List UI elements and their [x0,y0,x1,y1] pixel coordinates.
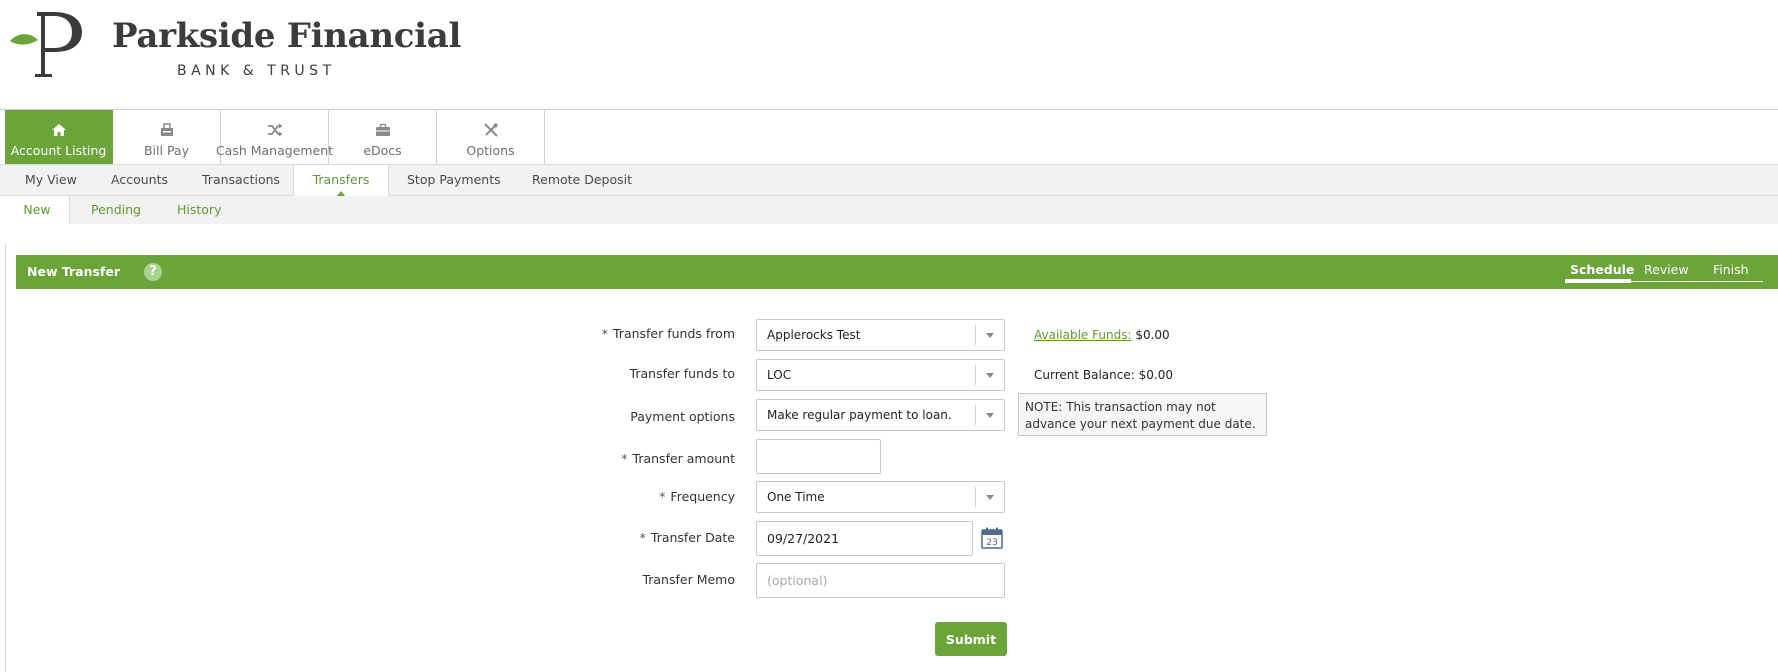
brand-logo-mark [10,12,82,77]
select-divider [975,405,976,425]
tab-history[interactable]: History [177,196,221,224]
brand-name: Parkside Financial [112,16,462,56]
date-label: * Transfer Date [640,530,735,545]
required-marker: * [601,326,608,341]
top-nav: Account Listing Bill Pay Cash Management… [5,110,545,164]
payment-options-label-text: Payment options [630,409,735,424]
home-icon [51,124,66,136]
topnav-label: Options [466,143,515,158]
to-account-select[interactable]: LOC [756,359,1005,391]
topnav-label: Bill Pay [143,143,189,158]
tools-icon [483,123,498,137]
payment-options-value: Make regular payment to loan. [767,408,952,422]
calendar-icon[interactable]: 23 [981,527,1003,549]
to-label-text: Transfer funds to [629,366,735,381]
from-label-text: Transfer funds from [613,326,735,341]
chevron-down-icon [986,413,994,418]
sub-nav: My View Accounts Transactions Transfers … [0,164,1778,197]
submit-button[interactable]: Submit [935,622,1007,656]
frequency-label-text: Frequency [670,489,735,504]
required-marker: * [659,489,666,504]
payment-options-label: Payment options [630,409,735,424]
subnav-transactions[interactable]: Transactions [202,165,280,195]
subnav-accounts[interactable]: Accounts [111,165,168,195]
chevron-down-icon [986,333,994,338]
brand-subtitle: BANK & TRUST [177,63,336,79]
subnav-stop-payments[interactable]: Stop Payments [407,165,501,195]
frequency-select[interactable]: One Time [756,481,1005,513]
current-balance: Current Balance: $0.00 [1034,368,1173,382]
subnav-my-view[interactable]: My View [25,165,77,195]
chevron-down-icon [986,373,994,378]
calendar-day-label: 23 [986,538,997,548]
frequency-value: One Time [767,490,825,504]
from-label: * Transfer funds from [602,326,735,341]
select-divider [975,487,976,507]
tab-new[interactable]: New [0,196,70,224]
transfer-memo-input[interactable] [756,563,1005,598]
content-left-border [5,244,6,672]
topnav-options[interactable]: Options [437,110,545,164]
payment-note: NOTE: This transaction may not advance y… [1018,393,1267,436]
available-funds-value: $0.00 [1135,328,1170,342]
topnav-label: Account Listing [10,143,107,158]
to-label: Transfer funds to [630,366,735,381]
panel-title: New Transfer [27,264,121,279]
subnav-transfers[interactable]: Transfers [293,165,389,197]
topnav-label: Cash Management [215,143,334,158]
steps-progress-indicator [1565,279,1631,283]
memo-label-text: Transfer Memo [642,572,735,587]
bill-pay-icon [160,123,173,136]
help-icon[interactable]: ? [144,263,162,281]
available-funds: Available Funds: $0.00 [1034,328,1170,342]
chevron-down-icon [986,495,994,500]
panel-header [16,255,1778,289]
to-account-value: LOC [767,368,792,382]
memo-label: Transfer Memo [642,572,735,587]
from-account-select[interactable]: Applerocks Test [756,319,1005,351]
date-label-text: Transfer Date [650,530,735,545]
frequency-label: * Frequency [659,489,735,504]
required-marker: * [621,451,628,466]
topnav-edocs[interactable]: eDocs [329,110,437,164]
transfer-tabs: New Pending History [0,196,1778,224]
tab-pending[interactable]: Pending [91,196,141,224]
topnav-bill-pay[interactable]: Bill Pay [113,110,221,164]
available-funds-link[interactable]: Available Funds: [1034,328,1132,342]
shuffle-icon [267,123,282,137]
topnav-account-listing[interactable]: Account Listing [5,110,113,164]
required-marker: * [639,530,646,545]
amount-label-text: Transfer amount [632,451,735,466]
step-finish: Finish [1713,262,1749,277]
step-schedule: Schedule [1570,262,1635,277]
transfer-amount-input[interactable] [756,439,881,474]
subnav-remote-deposit[interactable]: Remote Deposit [532,165,632,195]
current-balance-label: Current Balance: [1034,368,1135,382]
from-account-value: Applerocks Test [767,328,861,342]
select-divider [975,365,976,385]
amount-label: * Transfer amount [621,451,735,466]
payment-options-select[interactable]: Make regular payment to loan. [756,399,1005,431]
step-review: Review [1644,262,1689,277]
subnav-label: Transfers [312,172,370,187]
briefcase-icon [375,123,390,136]
select-divider [975,325,976,345]
current-balance-value: $0.00 [1138,368,1173,382]
topnav-cash-management[interactable]: Cash Management [216,110,333,164]
transfer-date-input[interactable] [756,521,973,556]
topnav-label: eDocs [363,143,402,158]
